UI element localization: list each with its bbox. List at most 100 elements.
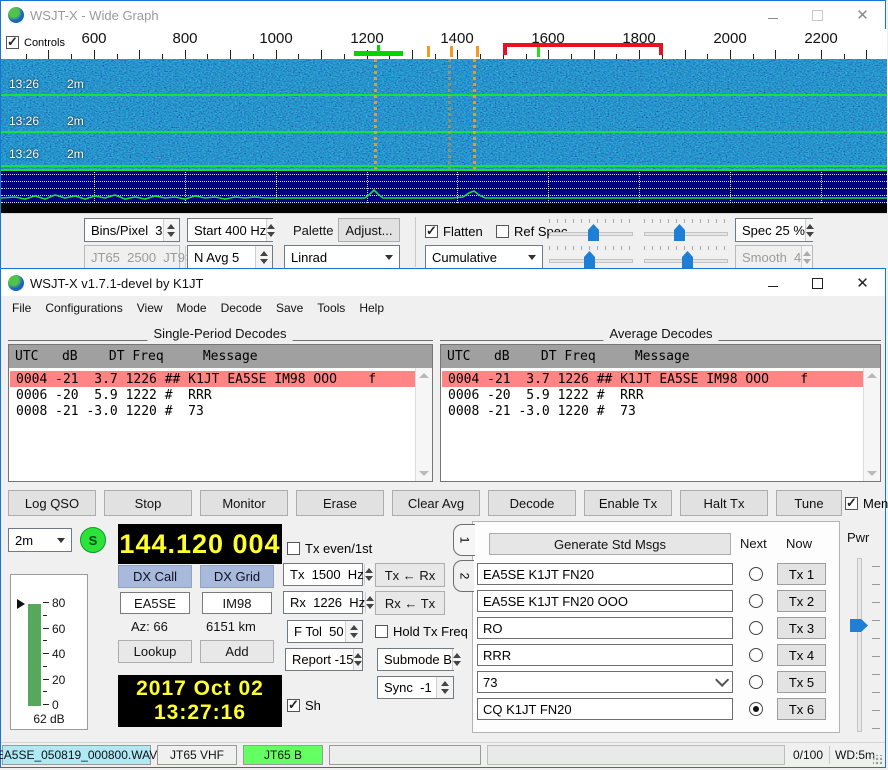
tx-message-field[interactable]: RRR xyxy=(477,644,733,666)
close-button[interactable]: ✕ xyxy=(840,1,885,29)
single-period-decodes-pane[interactable]: UTC dB DT Freq Message0004 -21 3.7 1226 … xyxy=(8,344,433,482)
minimize-button[interactable] xyxy=(750,1,795,29)
spinner-arrows[interactable] xyxy=(345,621,362,642)
tx-3-button[interactable]: Tx 3 xyxy=(777,617,826,639)
spinner-arrows[interactable] xyxy=(266,219,275,241)
next-radio-2[interactable] xyxy=(749,594,763,608)
spinner-arrows[interactable] xyxy=(805,219,814,241)
ref-spec-checkbox-box[interactable] xyxy=(496,225,509,238)
next-radio-5[interactable] xyxy=(749,675,763,689)
decode-row[interactable]: 0004 -21 3.7 1226 ## K1JT EA5SE IM98 OOO… xyxy=(442,371,864,387)
scrollbar[interactable] xyxy=(415,368,432,481)
main-titlebar[interactable]: WSJT-X v1.7.1-devel by K1JT ✕ xyxy=(1,269,885,297)
button-decode[interactable]: Decode xyxy=(488,490,576,516)
decode-row[interactable]: 0006 -20 5.9 1222 # RRR xyxy=(442,387,644,403)
minimize-button[interactable] xyxy=(750,269,795,297)
tab-1[interactable]: 1 xyxy=(453,524,475,556)
gain-slider-2[interactable] xyxy=(549,246,633,268)
hold-tx-checkbox-box[interactable] xyxy=(375,625,388,638)
decode-row[interactable]: 0004 -21 3.7 1226 ## K1JT EA5SE IM98 OOO… xyxy=(10,371,416,387)
spinner-arrows[interactable] xyxy=(436,677,453,698)
dx-grid-field[interactable]: IM98 xyxy=(202,592,272,614)
dx-grid-button[interactable]: DX Grid xyxy=(200,565,274,588)
frequency-scale[interactable]: Controls 6008001000120014001600180020002… xyxy=(1,29,887,59)
f-tol-spinner[interactable]: F Tol 50 xyxy=(287,620,363,643)
next-radio-4[interactable] xyxy=(749,648,763,662)
sync-spinner[interactable]: Sync -1 xyxy=(377,676,454,699)
tx-message-field[interactable]: RO xyxy=(477,617,733,639)
menu-save[interactable]: Save xyxy=(269,298,310,318)
resize-grip[interactable] xyxy=(873,755,883,765)
tab-2[interactable]: 2 xyxy=(453,560,474,592)
display-mode-dropdown[interactable]: Cumulative xyxy=(425,245,543,269)
flatten-checkbox[interactable]: Flatten xyxy=(425,224,483,239)
menu-help[interactable]: Help xyxy=(352,298,391,318)
lookup-button[interactable]: Lookup xyxy=(118,640,192,663)
tx-message-field[interactable]: 73 xyxy=(477,671,733,693)
menus-checkbox[interactable]: Menus xyxy=(845,496,888,511)
tx-message-field[interactable]: CQ K1JT FN20 xyxy=(477,698,733,720)
flatten-checkbox-box[interactable] xyxy=(425,225,438,238)
decode-row[interactable]: 0008 -21 -3.0 1220 # 73 xyxy=(10,403,204,419)
button-enable-tx[interactable]: Enable Tx xyxy=(584,490,672,516)
bins-pixel-spinner[interactable]: Bins/Pixel 3 xyxy=(84,218,180,242)
n-avg-spinner[interactable]: N Avg 5 xyxy=(187,245,273,269)
rx-freq-spinner[interactable]: Rx 1226 Hz xyxy=(283,591,363,614)
button-log-qso[interactable]: Log QSO xyxy=(8,490,96,516)
spinner-arrows[interactable] xyxy=(365,592,374,613)
spinner-arrows[interactable] xyxy=(255,246,272,268)
slider-handle[interactable] xyxy=(674,224,685,241)
spectrum-plot[interactable] xyxy=(1,169,887,213)
menu-file[interactable]: File xyxy=(5,298,38,318)
menus-checkbox-box[interactable] xyxy=(845,497,858,510)
spec-percent-spinner[interactable]: Spec 25 % xyxy=(735,218,813,242)
tx-6-button[interactable]: Tx 6 xyxy=(777,698,826,720)
dx-call-field[interactable]: EA5SE xyxy=(120,592,190,614)
start-freq-spinner[interactable]: Start 400 Hz xyxy=(187,218,273,242)
decode-row[interactable]: 0008 -21 -3.0 1220 # 73 xyxy=(442,403,636,419)
tx-freq-spinner[interactable]: Tx 1500 Hz xyxy=(283,563,363,586)
tx-5-button[interactable]: Tx 5 xyxy=(777,671,826,693)
spinner-arrows[interactable] xyxy=(452,649,461,670)
menu-tools[interactable]: Tools xyxy=(310,298,352,318)
controls-checkbox[interactable]: Controls xyxy=(6,36,65,49)
menu-configurations[interactable]: Configurations xyxy=(38,298,129,318)
tx-message-field[interactable]: EA5SE K1JT FN20 OOO xyxy=(477,590,733,612)
button-erase[interactable]: Erase xyxy=(296,490,384,516)
palette-dropdown[interactable]: Linrad xyxy=(284,245,400,269)
tx-2-button[interactable]: Tx 2 xyxy=(777,590,826,612)
menu-decode[interactable]: Decode xyxy=(214,298,269,318)
rx-from-tx-button[interactable]: Rx ← Tx xyxy=(375,591,445,615)
button-stop[interactable]: Stop xyxy=(104,490,192,516)
spinner-arrows[interactable] xyxy=(364,564,373,585)
menu-view[interactable]: View xyxy=(130,298,170,318)
dx-call-button[interactable]: DX Call xyxy=(118,565,192,588)
band-selector[interactable]: 2m xyxy=(8,528,72,552)
generate-std-msgs-button[interactable]: Generate Std Msgs xyxy=(489,533,731,555)
submode-spinner[interactable]: Submode B xyxy=(377,648,454,671)
scrollbar[interactable] xyxy=(863,368,880,481)
tx-from-rx-button[interactable]: Tx ← Rx xyxy=(375,563,445,587)
next-radio-1[interactable] xyxy=(749,567,763,581)
slider-handle[interactable] xyxy=(584,251,595,268)
zero-slider-1[interactable] xyxy=(644,219,728,241)
sh-checkbox[interactable]: Sh xyxy=(287,698,321,713)
button-tune[interactable]: Tune xyxy=(776,490,842,516)
scroll-up-icon[interactable] xyxy=(867,373,877,378)
zero-slider-2[interactable] xyxy=(644,246,728,268)
spinner-arrows[interactable] xyxy=(163,219,179,241)
tx-even-checkbox[interactable]: Tx even/1st xyxy=(287,541,372,556)
next-radio-3[interactable] xyxy=(749,621,763,635)
gain-slider-1[interactable] xyxy=(549,219,633,241)
tx-even-checkbox-box[interactable] xyxy=(287,542,300,555)
hold-tx-checkbox[interactable]: Hold Tx Freq xyxy=(375,624,468,639)
menu-mode[interactable]: Mode xyxy=(170,298,214,318)
waterfall-display[interactable]: 13:262m13:262m13:262m xyxy=(1,59,887,169)
tx-message-field[interactable]: EA5SE K1JT FN20 xyxy=(477,563,733,585)
button-clear-avg[interactable]: Clear Avg xyxy=(392,490,480,516)
tx-1-button[interactable]: Tx 1 xyxy=(777,563,826,585)
decode-row[interactable]: 0006 -20 5.9 1222 # RRR xyxy=(10,387,212,403)
maximize-button[interactable] xyxy=(795,1,840,29)
slider-handle[interactable] xyxy=(588,224,599,241)
button-monitor[interactable]: Monitor xyxy=(200,490,288,516)
